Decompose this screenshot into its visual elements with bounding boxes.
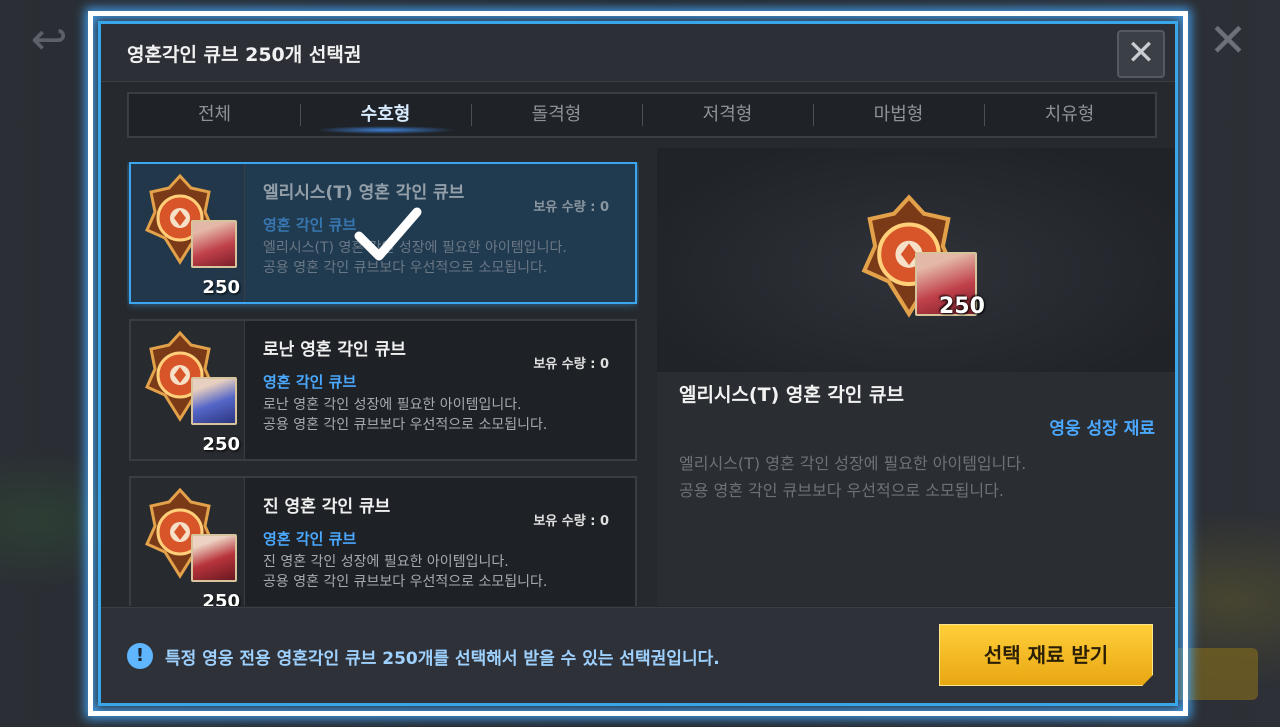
item-count: 250 [202,591,240,606]
item-count: 250 [202,277,240,298]
detail-description-line: 엘리시스(T) 영혼 각인 성장에 필요한 아이템입니다. [679,454,1027,473]
item-owned-quantity: 보유 수량 : 0 [533,357,609,372]
list-item[interactable]: 250 엘리시스(T) 영혼 각인 큐브 보유 수량 : 0 영혼 각인 큐브 … [129,162,637,304]
list-item[interactable]: 250 로난 영혼 각인 큐브 보유 수량 : 0 영혼 각인 큐브 로난 영혼… [129,319,637,461]
item-thumbnail: 250 [131,478,245,606]
item-category: 영혼 각인 큐브 [263,530,357,548]
tab-healer[interactable]: 치유형 [984,94,1155,136]
hero-portrait [191,220,237,268]
item-owned-quantity: 보유 수량 : 0 [533,200,609,215]
detail-item-description: 엘리시스(T) 영혼 각인 성장에 필요한 아이템입니다. 공용 영혼 각인 큐… [679,450,1026,504]
detail-item-name: 엘리시스(T) 영혼 각인 큐브 [679,384,904,406]
item-description: 진 영혼 각인 성장에 필요한 아이템입니다. 공용 영혼 각인 큐브보다 우선… [263,552,547,592]
list-item[interactable]: 250 진 영혼 각인 큐브 보유 수량 : 0 영혼 각인 큐브 진 영혼 각… [129,476,637,606]
detail-description-line: 공용 영혼 각인 큐브보다 우선적으로 소모됩니다. [679,481,1004,500]
checkmark-icon [354,207,422,261]
item-count: 250 [202,434,240,455]
detail-item-category: 영웅 성장 재료 [1049,419,1155,439]
tab-magic[interactable]: 마법형 [813,94,984,136]
tab-ranged[interactable]: 저격형 [642,94,813,136]
close-icon: ✕ [1126,33,1156,73]
tab-assault[interactable]: 돌격형 [471,94,642,136]
footer-bar: ! 특정 영웅 전용 영혼각인 큐브 250개를 선택해서 받을 수 있는 선택… [101,607,1175,703]
claim-materials-button[interactable]: 선택 재료 받기 [939,624,1153,686]
item-category: 영혼 각인 큐브 [263,373,357,391]
item-preview: 250 [657,148,1175,372]
title-bar: 영혼각인 큐브 250개 선택권 ✕ [101,24,1175,82]
item-list[interactable]: 250 엘리시스(T) 영혼 각인 큐브 보유 수량 : 0 영혼 각인 큐브 … [127,162,639,606]
background-back-icon: ↩ [30,14,68,65]
item-thumbnail: 250 [131,164,245,302]
selection-dialog: 영혼각인 큐브 250개 선택권 ✕ 전체 수호형 돌격형 저격형 마법형 치유… [98,21,1178,706]
hero-portrait [191,377,237,425]
item-category: 영혼 각인 큐브 [263,216,357,234]
hero-portrait [191,534,237,582]
item-description-line: 공용 영혼 각인 큐브보다 우선적으로 소모됩니다. [263,417,548,433]
item-name: 로난 영혼 각인 큐브 [263,340,406,360]
item-description-line: 진 영혼 각인 성장에 필요한 아이템입니다. [263,554,509,570]
background-close-icon: ✕ [1208,13,1248,67]
item-owned-quantity: 보유 수량 : 0 [533,514,609,529]
item-thumbnail: 250 [131,321,245,459]
close-button[interactable]: ✕ [1117,30,1165,78]
tab-guardian[interactable]: 수호형 [300,94,471,136]
item-description-line: 공용 영혼 각인 큐브보다 우선적으로 소모됩니다. [263,574,548,590]
preview-count: 250 [939,294,985,319]
item-detail-panel: 250 엘리시스(T) 영혼 각인 큐브 영웅 성장 재료 엘리시스(T) 영혼… [657,148,1175,606]
item-name: 진 영혼 각인 큐브 [263,497,391,517]
tab-all[interactable]: 전체 [129,94,300,136]
item-description: 로난 영혼 각인 성장에 필요한 아이템입니다. 공용 영혼 각인 큐브보다 우… [263,395,547,435]
class-tabs: 전체 수호형 돌격형 저격형 마법형 치유형 [127,92,1157,138]
dialog-title: 영혼각인 큐브 250개 선택권 [127,44,362,66]
notice-text: 특정 영웅 전용 영혼각인 큐브 250개를 선택해서 받을 수 있는 선택권입… [165,649,720,669]
item-description-line: 로난 영혼 각인 성장에 필요한 아이템입니다. [263,397,522,413]
item-name: 엘리시스(T) 영혼 각인 큐브 [263,183,465,203]
exclamation-icon: ! [127,643,153,669]
